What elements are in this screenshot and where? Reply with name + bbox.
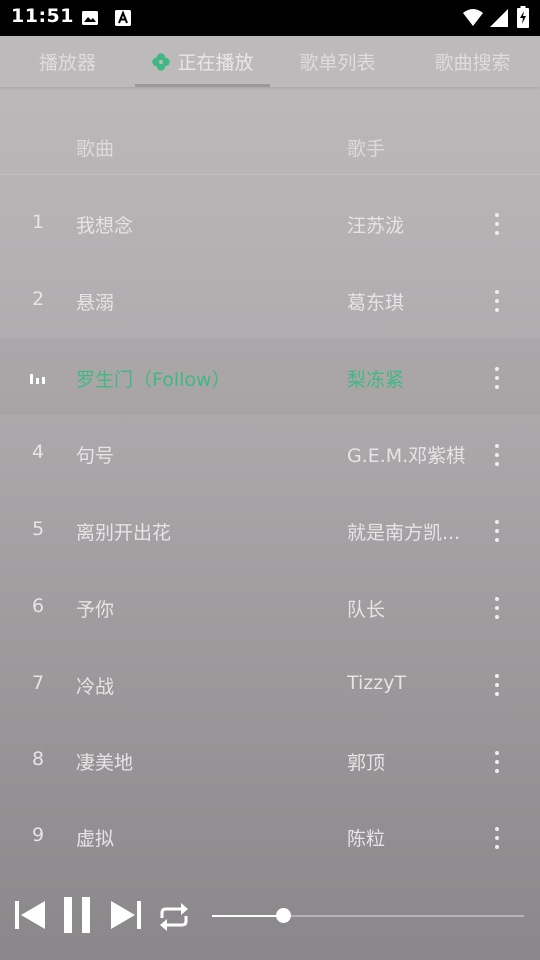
song-number: 4 — [31, 441, 45, 463]
more-vert-icon[interactable] — [492, 671, 502, 699]
status-bar: 11:51 — [0, 0, 540, 36]
skip-next-icon[interactable] — [110, 899, 142, 931]
tab-playlists[interactable]: 歌单列表 — [270, 36, 405, 87]
song-number: 2 — [31, 288, 45, 310]
tab-song-search-label: 歌曲搜索 — [434, 52, 511, 74]
song-title: 我想念 — [76, 215, 134, 237]
tab-player[interactable]: 播放器 — [0, 36, 135, 87]
song-row[interactable]: 8 凄美地 郭顶 — [0, 722, 540, 799]
song-artist: TizzyT — [347, 672, 407, 694]
repeat-icon[interactable] — [156, 900, 192, 934]
song-artist: 陈粒 — [347, 828, 386, 850]
tab-song-search[interactable]: 歌曲搜索 — [405, 36, 540, 87]
song-row[interactable]: 6 予你 队长 — [0, 568, 540, 645]
song-number: 5 — [31, 518, 45, 540]
more-vert-icon[interactable] — [492, 364, 502, 392]
tab-player-label: 播放器 — [38, 52, 96, 74]
song-row[interactable]: 1 我想念 汪苏泷 — [0, 184, 540, 261]
song-artist: 梨冻紧 — [347, 369, 405, 391]
song-number: 8 — [31, 748, 45, 770]
tab-now-playing-label: 正在播放 — [177, 52, 254, 74]
list-header: 歌曲 歌手 — [0, 118, 540, 175]
song-artist: 队长 — [347, 599, 386, 621]
tab-bar: 播放器 正在播放 歌单列表 歌曲搜索 — [0, 36, 540, 87]
battery-charging-icon — [517, 6, 529, 28]
playing-equalizer-icon — [30, 374, 45, 384]
song-artist: 就是南方凯... — [347, 522, 461, 544]
song-artist: 汪苏泷 — [347, 215, 405, 237]
tab-playlists-label: 歌单列表 — [299, 52, 376, 74]
song-title: 冷战 — [76, 676, 115, 698]
song-number: 9 — [31, 824, 45, 846]
song-row-playing[interactable]: 罗生门（Follow） 梨冻紧 — [0, 338, 540, 415]
more-vert-icon[interactable] — [492, 441, 502, 469]
song-title: 句号 — [76, 445, 115, 467]
song-number: 7 — [31, 672, 45, 694]
clover-icon — [152, 52, 171, 71]
cell-signal-icon — [490, 9, 508, 27]
song-row[interactable]: 9 虚拟 陈粒 — [0, 798, 540, 875]
song-title: 凄美地 — [76, 752, 134, 774]
text-a-icon — [115, 10, 131, 26]
song-title: 予你 — [76, 599, 115, 621]
more-vert-icon[interactable] — [492, 748, 502, 776]
song-title: 虚拟 — [76, 828, 115, 850]
song-artist: 葛东琪 — [347, 292, 405, 314]
image-icon — [82, 11, 98, 25]
song-title: 离别开出花 — [76, 522, 172, 544]
more-vert-icon[interactable] — [492, 824, 502, 852]
more-vert-icon[interactable] — [492, 594, 502, 622]
more-vert-icon[interactable] — [492, 287, 502, 315]
song-artist: 郭顶 — [347, 752, 386, 774]
wifi-icon — [463, 9, 483, 26]
more-vert-icon[interactable] — [492, 517, 502, 545]
header-song: 歌曲 — [76, 138, 115, 160]
song-row[interactable]: 5 离别开出花 就是南方凯... — [0, 491, 540, 568]
song-row[interactable]: 4 句号 G.E.M.邓紫棋 — [0, 415, 540, 492]
header-artist: 歌手 — [347, 138, 386, 160]
progress-fill — [212, 915, 284, 917]
pause-icon[interactable] — [62, 896, 92, 934]
song-row[interactable]: 7 冷战 TizzyT — [0, 645, 540, 722]
song-title: 罗生门（Follow） — [76, 369, 231, 391]
tab-now-playing[interactable]: 正在播放 — [135, 36, 270, 87]
song-number: 1 — [31, 211, 45, 233]
song-title: 悬溺 — [76, 292, 115, 314]
song-number: 6 — [31, 595, 45, 617]
status-time: 11:51 — [11, 5, 74, 27]
tab-indicator — [135, 84, 270, 87]
song-artist: G.E.M.邓紫棋 — [347, 445, 466, 467]
more-vert-icon[interactable] — [492, 210, 502, 238]
song-row[interactable]: 2 悬溺 葛东琪 — [0, 261, 540, 338]
skip-previous-icon[interactable] — [14, 899, 46, 931]
progress-thumb[interactable] — [276, 908, 291, 923]
